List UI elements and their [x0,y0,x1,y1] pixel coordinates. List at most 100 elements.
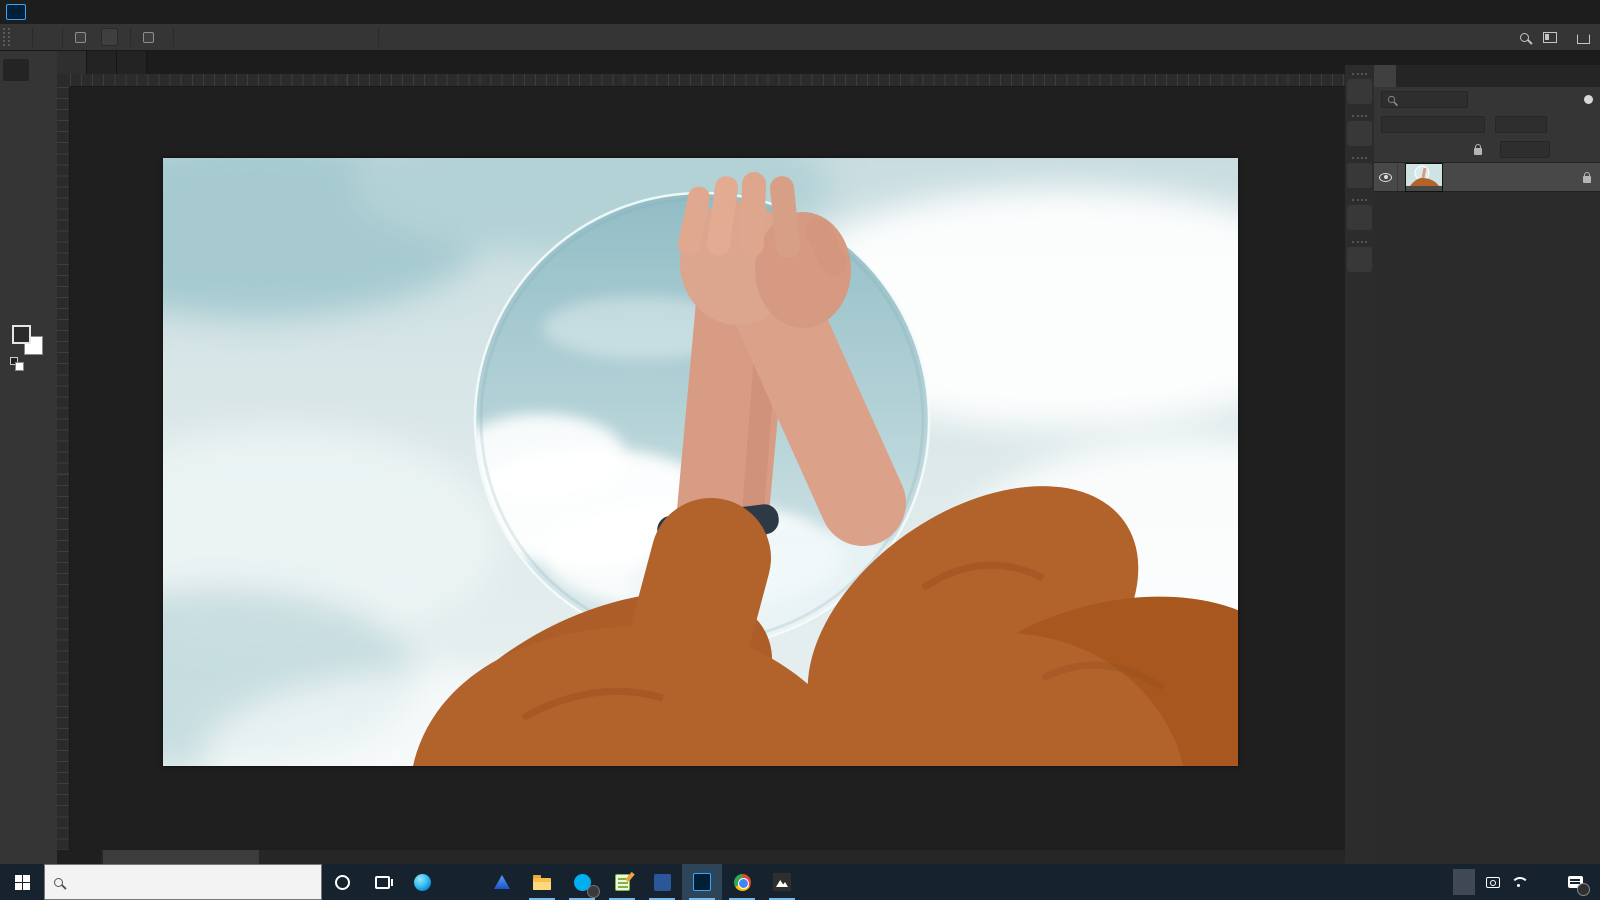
color-panel-icon[interactable] [1347,121,1372,146]
lock-row [1374,137,1600,162]
workspace-switcher[interactable] [1543,32,1563,43]
chrome-icon [734,874,751,891]
filter-toggle[interactable] [1584,95,1593,104]
default-colors-icon[interactable] [10,357,18,365]
panel-menu-icon[interactable] [1584,65,1600,87]
close-button[interactable] [1566,0,1600,24]
options-bar [0,24,1600,51]
tab-document-3[interactable] [117,51,147,74]
opacity-field[interactable] [1495,116,1547,133]
start-button[interactable] [0,864,44,900]
healing-brush-tool[interactable] [29,128,55,150]
doc-size [103,850,259,864]
search-input[interactable] [71,875,271,890]
photos-icon [773,873,791,891]
notes-app-button[interactable] [602,864,642,900]
blend-mode-dropdown[interactable] [1381,116,1485,133]
layer-filter-row [1374,87,1600,112]
zoom-level[interactable] [57,850,101,864]
window-controls [1498,0,1600,24]
auto-select-checkbox[interactable] [75,32,86,43]
word-icon [654,874,671,891]
layer-list [1374,162,1600,848]
photoshop-icon [693,873,711,891]
restore-button[interactable] [1532,0,1566,24]
learn-panel-icon[interactable] [1347,205,1372,230]
notification-badge [1577,883,1590,896]
minimize-button[interactable] [1498,0,1532,24]
action-center-button[interactable] [1560,864,1590,900]
path-select-tool[interactable] [29,243,55,265]
panel-tabs [1374,65,1600,87]
marquee-tool[interactable] [29,59,55,81]
task-view-icon [375,876,390,889]
search-icon[interactable] [1520,33,1529,42]
task-view-button[interactable] [362,864,402,900]
display-tray-icon[interactable] [1486,877,1500,888]
app-button[interactable] [482,864,522,900]
frame-tool[interactable] [29,105,55,127]
history-panel-icon[interactable] [1347,79,1372,104]
tab-document-1[interactable] [57,51,87,74]
hand-tool[interactable] [29,266,55,288]
visibility-eye-icon[interactable] [1379,173,1392,182]
quick-selection-tool[interactable] [29,82,55,104]
horizontal-ruler [70,74,1345,87]
brush-tool[interactable] [3,151,29,173]
tab-channels[interactable] [1396,65,1418,87]
file-explorer-button[interactable] [522,864,562,900]
layer-thumbnail[interactable] [1405,163,1443,192]
tab-document-2[interactable] [87,51,117,74]
photos-button[interactable] [762,864,802,900]
title-bar [0,0,1600,24]
move-tool[interactable] [3,59,29,81]
lasso-tool[interactable] [3,82,29,104]
cortana-button[interactable] [322,864,362,900]
share-icon[interactable] [1577,34,1590,44]
lock-all-icon[interactable] [1474,148,1482,155]
skype-badge [587,885,600,898]
word-button[interactable] [642,864,682,900]
tab-layers[interactable] [1374,65,1396,87]
panel-icon-strip [1345,65,1374,864]
shape-tool[interactable] [3,266,29,288]
chrome-button[interactable] [722,864,762,900]
history-brush-tool[interactable] [3,174,29,196]
gradient-tool[interactable] [3,197,29,219]
photoshop-taskbar-button[interactable] [682,864,722,900]
mail-button[interactable] [442,864,482,900]
tab-paths[interactable] [1418,65,1440,87]
blur-tool[interactable] [29,197,55,219]
edit-toolbar-icon[interactable] [29,289,55,311]
crop-tool[interactable] [3,105,29,127]
dodge-tool[interactable] [3,220,29,242]
photoshop-app-icon [6,4,26,20]
status-bar [57,850,1345,864]
adjustments-panel-icon[interactable] [1347,247,1372,272]
eyedropper-tool[interactable] [3,128,29,150]
type-tool[interactable] [3,243,29,265]
options-grip [3,28,10,46]
canvas-image[interactable] [163,158,1238,766]
pen-tool[interactable] [29,220,55,242]
layers-footer [1374,848,1600,864]
layer-lock-icon[interactable] [1583,176,1591,183]
taskbar-search[interactable] [44,864,322,900]
filter-kind-dropdown[interactable] [1381,91,1468,108]
show-transform-checkbox[interactable] [143,32,154,43]
layer-row-background[interactable] [1374,162,1600,192]
edge-button[interactable] [402,864,442,900]
pen-app-tray-icon[interactable] [1453,869,1475,895]
foreground-color[interactable] [12,325,31,344]
system-tray [1399,864,1600,900]
zoom-tool[interactable] [3,289,29,311]
skype-button[interactable] [562,864,602,900]
clone-stamp-tool[interactable] [29,151,55,173]
fill-field[interactable] [1500,141,1550,158]
eraser-tool[interactable] [29,174,55,196]
cortana-icon [335,875,350,890]
auto-select-dropdown[interactable] [101,28,118,46]
document-area [57,74,1345,850]
swatches-panel-icon[interactable] [1347,163,1372,188]
wifi-icon[interactable] [1511,877,1526,887]
